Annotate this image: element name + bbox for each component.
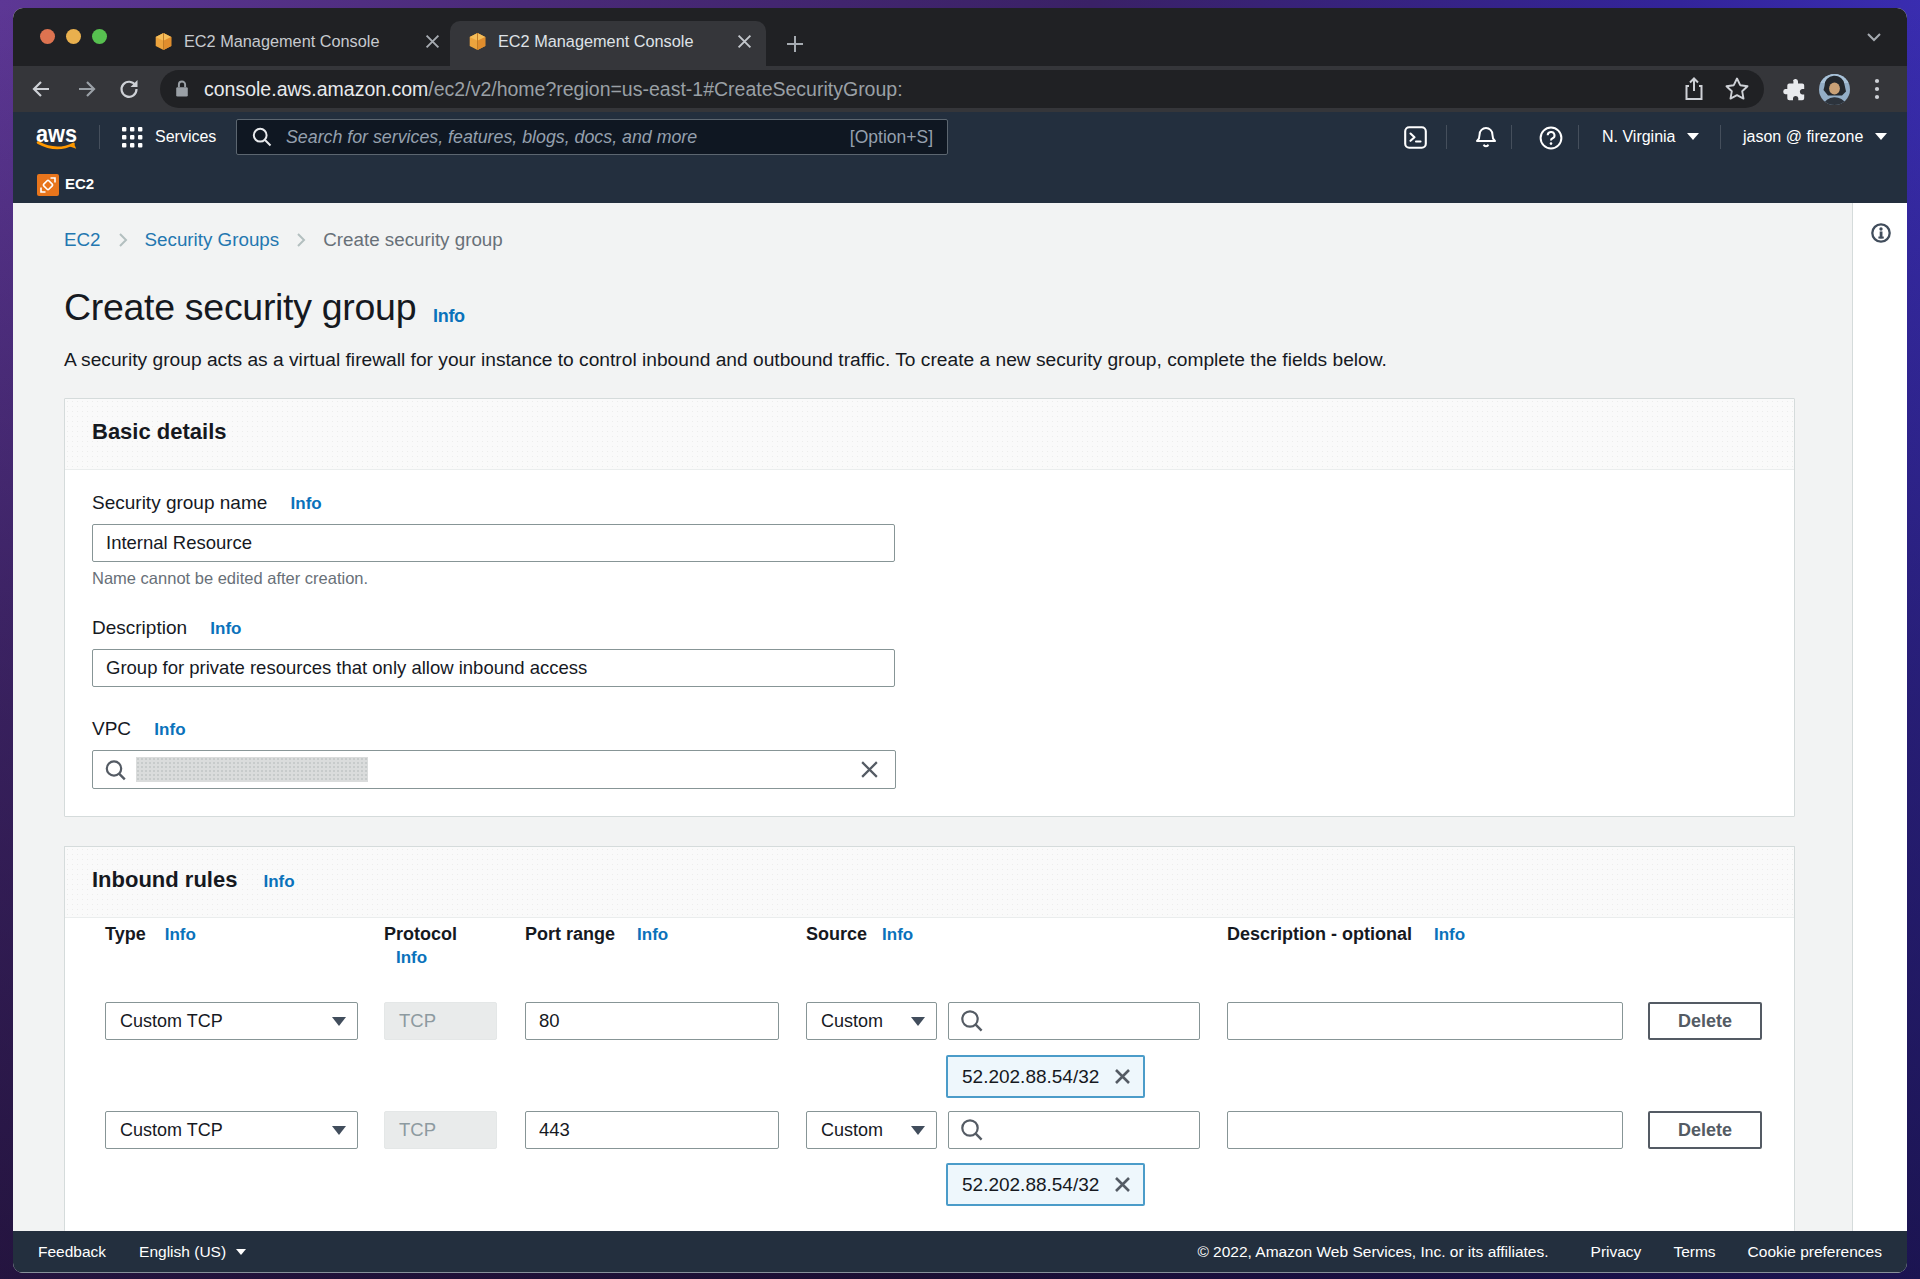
svg-text:aws: aws	[36, 122, 77, 147]
